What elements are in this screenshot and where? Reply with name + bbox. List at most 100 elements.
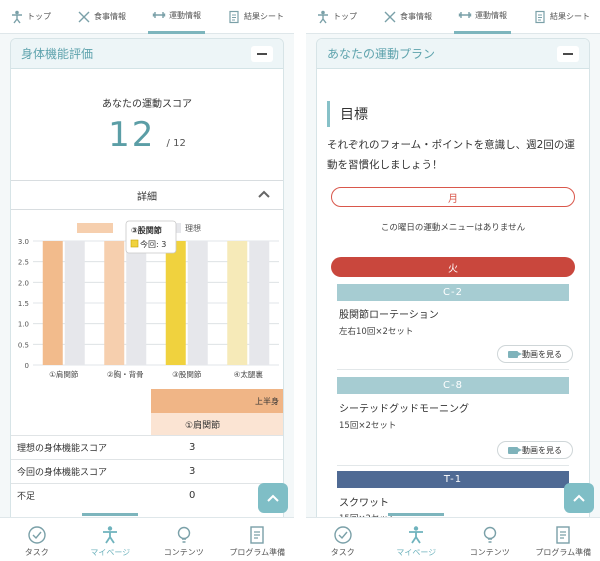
bar-ideal (249, 241, 270, 365)
nav-meal[interactable]: 食事情報 (73, 0, 130, 34)
bottom-nav-label: タスク (330, 548, 355, 557)
bar-current (42, 241, 63, 365)
score-label: あなたの運動スコア (102, 99, 192, 110)
nav-top-label: トップ (27, 12, 51, 21)
bottom-nav-contents[interactable]: コンテンツ (456, 525, 524, 558)
bottom-nav-program[interactable]: プログラム準備 (529, 525, 597, 558)
nav-results[interactable]: 結果シート (529, 0, 594, 34)
check-circle-icon (334, 526, 352, 544)
exercise-sets: 15回×2セット (339, 421, 397, 431)
table-row: 不足 0 (11, 483, 283, 507)
goal-text: それぞれのフォーム・ポイントを意識し、週2回の運動を習慣化しましょう！ (327, 139, 575, 171)
exercise-code-bar: C-2 (337, 284, 569, 301)
detail-toggle[interactable]: 詳細 (11, 180, 283, 210)
video-button-label: 動画を見る (522, 445, 562, 455)
watch-video-button[interactable]: 動画を見る (497, 345, 573, 363)
dumbbell-icon (458, 8, 472, 22)
day-tab-tuesday[interactable]: 火 (331, 257, 575, 277)
goal-heading: 目標 (327, 101, 368, 127)
person-icon (10, 10, 24, 24)
no-menu-message: この曜日の運動メニューはありません (380, 223, 526, 233)
table-group-header: 上半身 (151, 389, 283, 413)
bottom-nav-label: コンテンツ (469, 548, 510, 557)
document-icon (533, 10, 547, 24)
exercise-sets: 左右10回×2セット (339, 327, 414, 337)
video-camera-icon (508, 350, 522, 358)
row-value: 3 (189, 466, 196, 477)
detail-label: 詳細 (137, 191, 157, 203)
lightbulb-icon (483, 526, 496, 543)
y-tick-label: 1.0 (18, 321, 29, 329)
bottom-nav-mypage[interactable]: マイページ (76, 513, 144, 558)
collapse-button[interactable] (251, 45, 273, 62)
bottom-nav-mypage[interactable]: マイページ (382, 513, 450, 558)
card-title: あなたの運動プラン (327, 47, 436, 61)
person-icon (316, 10, 330, 24)
watch-video-button[interactable]: 動画を見る (497, 441, 573, 459)
nav-meal[interactable]: 食事情報 (379, 0, 436, 34)
lightbulb-icon (177, 526, 190, 543)
nav-exercise-label: 運動情報 (475, 10, 507, 20)
physical-eval-card: 身体機能評価 あなたの運動スコア 12 / 12 詳細 3.0 2.5 2.0 1.5… (10, 38, 284, 561)
bottom-nav-label: コンテンツ (163, 548, 204, 557)
nav-top[interactable]: トップ (6, 0, 55, 34)
y-tick-label: 1.5 (18, 300, 29, 308)
day-tab-monday[interactable]: 月 (331, 187, 575, 207)
score-max: / 12 (166, 138, 186, 149)
person-icon (103, 526, 118, 544)
scroll-top-button[interactable] (258, 483, 288, 513)
card-header: 身体機能評価 (11, 39, 283, 69)
chevron-up-icon (267, 494, 279, 502)
nav-results[interactable]: 結果シート (223, 0, 288, 34)
minus-icon (257, 52, 267, 55)
bottom-nav-label: タスク (24, 548, 49, 557)
bottom-nav-task[interactable]: タスク (3, 525, 71, 558)
nav-exercise[interactable]: 運動情報 (454, 0, 511, 34)
document-icon (250, 526, 264, 544)
exercise-plan-card: あなたの運動プラン 目標 それぞれのフォーム・ポイントを意識し、週2回の運動を習… (316, 38, 590, 561)
collapse-button[interactable] (557, 45, 579, 62)
y-tick-label: 2.5 (18, 259, 29, 267)
exercise-code-bar: T-1 (337, 471, 569, 488)
nav-meal-label: 食事情報 (94, 12, 126, 21)
exercise-name: シーテッドグッドモーニング (339, 404, 469, 415)
y-tick-label: 0.5 (18, 341, 29, 349)
right-screen: トップ 食事情報 運動情報 結果シート あなたの運動プラン 目標 それぞれのフォ… (306, 0, 600, 561)
x-tick-label: ②胸・背骨 (107, 369, 144, 379)
score-display: 12 / 12 (11, 115, 283, 155)
person-icon (409, 526, 424, 544)
tooltip-swatch (130, 239, 139, 248)
tooltip-title: ③股関節 (131, 225, 162, 235)
minus-icon (563, 52, 573, 55)
bottom-nav-label: プログラム準備 (535, 548, 592, 557)
video-button-label: 動画を見る (522, 349, 562, 359)
table-row: 理想の身体機能スコア 3 (11, 435, 283, 459)
table-row: 今回の身体機能スコア 3 (11, 459, 283, 483)
nav-exercise-label: 運動情報 (169, 10, 201, 20)
row-label: 理想の身体機能スコア (17, 444, 108, 454)
row-value: 0 (189, 490, 196, 501)
y-tick-label: 3.0 (18, 238, 29, 246)
bottom-nav-label: マイページ (90, 548, 131, 557)
bottom-nav-program[interactable]: プログラム準備 (223, 525, 291, 558)
table-column-header: ①肩関節 (151, 413, 283, 435)
bottom-nav-task[interactable]: タスク (309, 525, 377, 558)
nav-exercise[interactable]: 運動情報 (148, 0, 205, 34)
x-tick-label: ③股関節 (172, 369, 202, 379)
bar-ideal (126, 241, 147, 365)
divider (337, 465, 569, 466)
divider (337, 369, 569, 370)
bottom-nav: タスク マイページ コンテンツ プログラム準備 (0, 513, 294, 561)
bar-ideal (64, 241, 85, 365)
scroll-top-button[interactable] (564, 483, 594, 513)
exercise-name: スクワット (339, 498, 389, 509)
bottom-nav-contents[interactable]: コンテンツ (150, 525, 218, 558)
nav-meal-label: 食事情報 (400, 12, 432, 21)
nav-top[interactable]: トップ (312, 0, 361, 34)
nav-results-label: 結果シート (550, 12, 590, 21)
document-icon (556, 526, 570, 544)
utensils-icon (77, 10, 91, 24)
bar-ideal (187, 241, 208, 365)
bar-current (165, 241, 186, 365)
utensils-icon (383, 10, 397, 24)
